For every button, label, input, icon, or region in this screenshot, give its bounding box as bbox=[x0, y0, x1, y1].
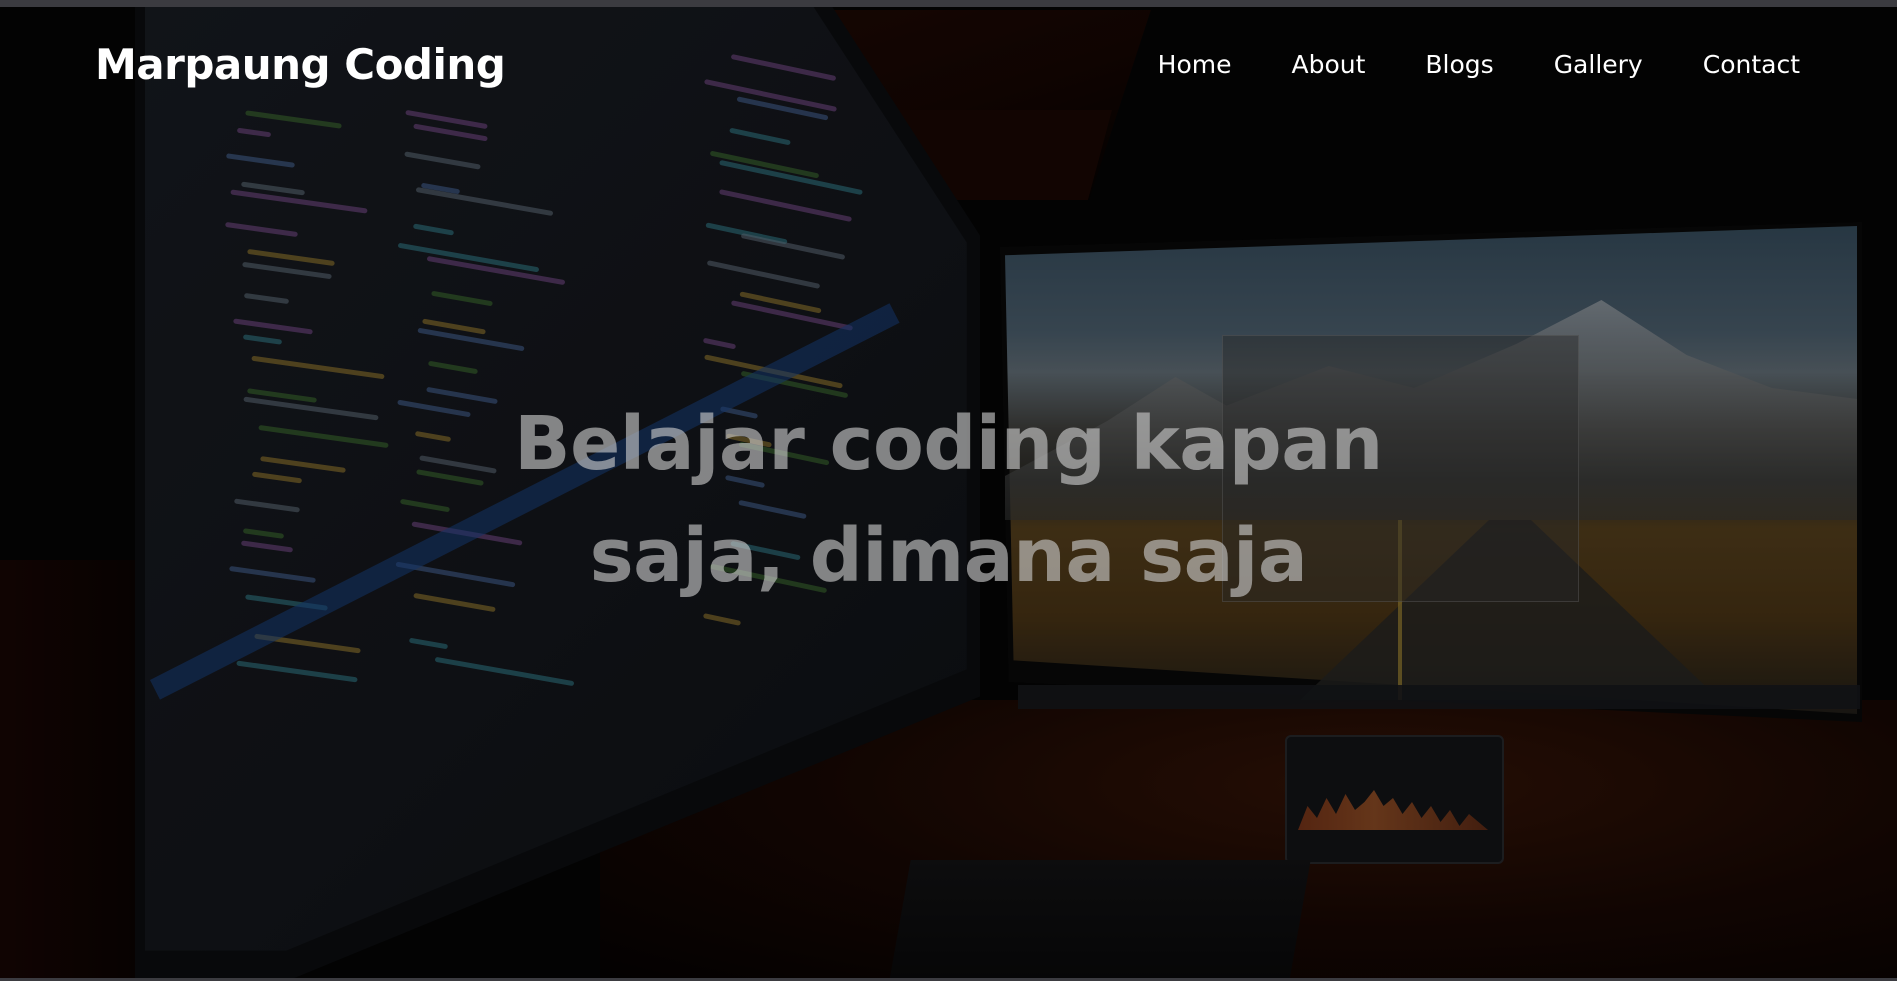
nav-item-blogs[interactable]: Blogs bbox=[1425, 50, 1493, 79]
hero-title: Belajar coding kapan saja, dimana saja bbox=[0, 388, 1897, 612]
site-logo[interactable]: Marpaung Coding bbox=[95, 40, 506, 89]
hero-title-line-2: saja, dimana saja bbox=[589, 513, 1308, 599]
nav-item-contact[interactable]: Contact bbox=[1703, 50, 1800, 79]
nav-item-gallery[interactable]: Gallery bbox=[1554, 50, 1643, 79]
main-nav: Home About Blogs Gallery Contact bbox=[1158, 50, 1800, 79]
nav-item-about[interactable]: About bbox=[1291, 50, 1365, 79]
landing-page: Marpaung Coding Home About Blogs Gallery… bbox=[0, 0, 1897, 981]
hero-title-line-1: Belajar coding kapan bbox=[514, 401, 1383, 487]
nav-item-home[interactable]: Home bbox=[1158, 50, 1232, 79]
top-border bbox=[0, 0, 1897, 7]
